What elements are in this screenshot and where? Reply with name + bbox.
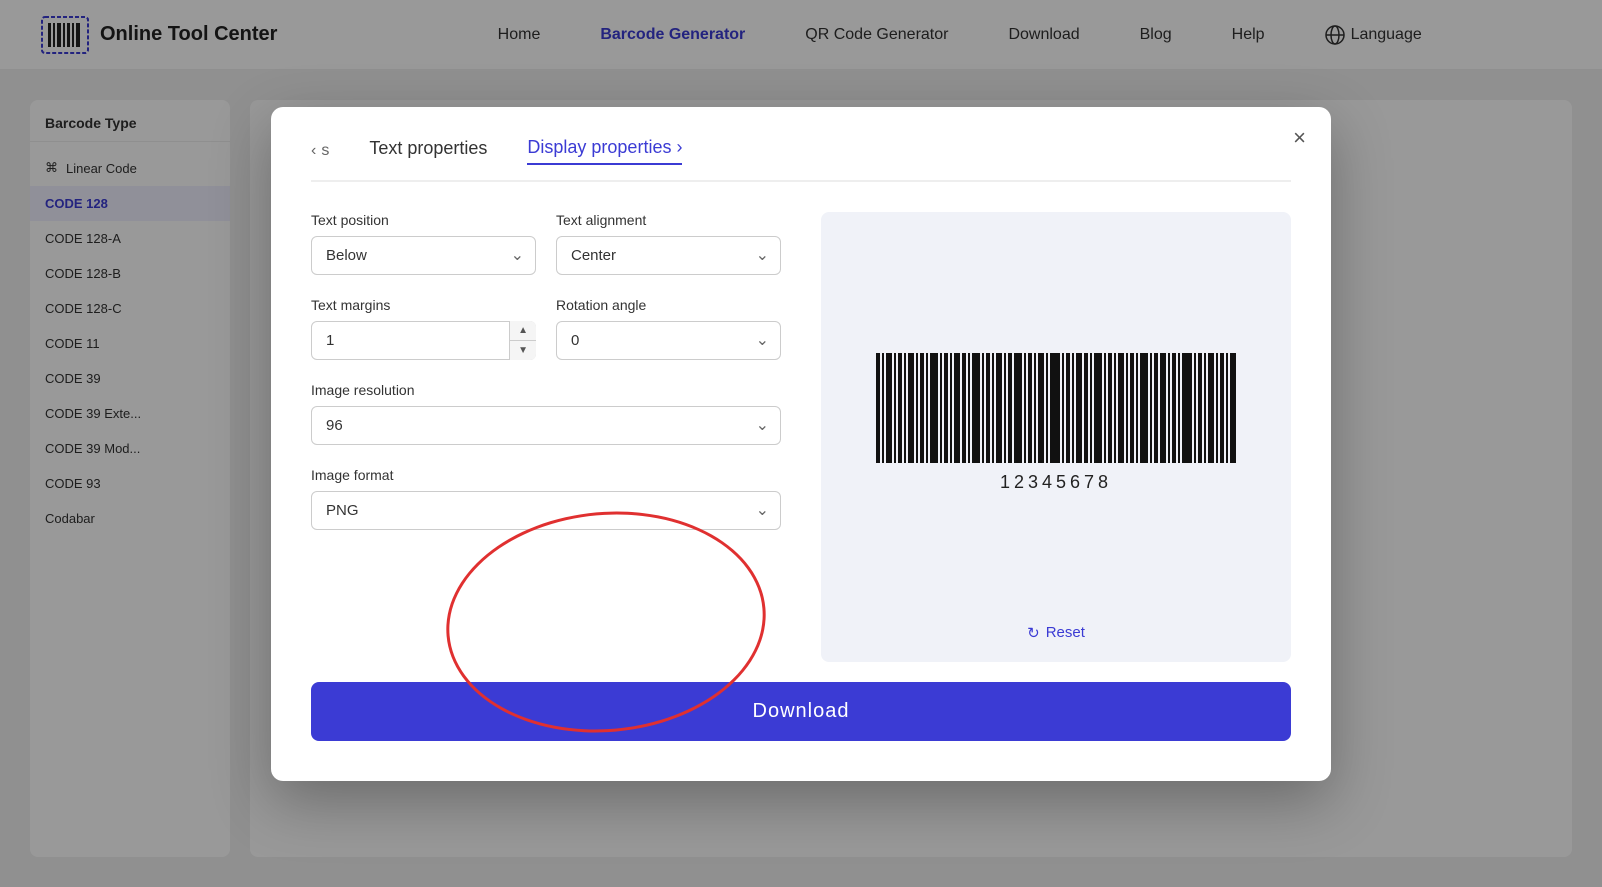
form-row-3: Image resolution 96 150 200 300 ⌄	[311, 382, 781, 445]
form-group-image-resolution: Image resolution 96 150 200 300 ⌄	[311, 382, 781, 445]
text-margins-stepper: ▲ ▼	[311, 321, 536, 360]
text-alignment-select-wrapper: Center Left Right ⌄	[556, 236, 781, 275]
image-resolution-label: Image resolution	[311, 382, 781, 398]
chevron-right-icon: ›	[676, 137, 682, 157]
form-group-image-format: Image format PNG SVG JPEG BMP ⌄	[311, 467, 781, 530]
download-button[interactable]: Download	[311, 682, 1291, 741]
image-resolution-select-wrapper: 96 150 200 300 ⌄	[311, 406, 781, 445]
image-format-label: Image format	[311, 467, 781, 483]
modal-preview: 12345678 ↻ Reset	[821, 212, 1291, 662]
modal-tab-display-properties[interactable]: Display properties ›	[527, 137, 682, 165]
modal-form: Text position Below Above None ⌄ Text al…	[311, 212, 781, 662]
close-button[interactable]: ×	[1293, 127, 1306, 149]
barcode-svg: 12345678	[866, 348, 1246, 498]
form-row-4: Image format PNG SVG JPEG BMP ⌄	[311, 467, 781, 530]
reset-icon: ↻	[1027, 624, 1040, 642]
modal-body: Text position Below Above None ⌄ Text al…	[311, 212, 1291, 662]
text-margins-input[interactable]	[311, 321, 536, 360]
text-alignment-label: Text alignment	[556, 212, 781, 228]
form-row-1: Text position Below Above None ⌄ Text al…	[311, 212, 781, 275]
modal-header: ‹ s Text properties Display properties ›	[311, 137, 1291, 182]
text-margins-label: Text margins	[311, 297, 536, 313]
modal-tab-text-properties[interactable]: Text properties	[369, 138, 487, 164]
modal: ‹ s Text properties Display properties ›…	[271, 107, 1331, 781]
form-group-text-alignment: Text alignment Center Left Right ⌄	[556, 212, 781, 275]
text-position-label: Text position	[311, 212, 536, 228]
image-resolution-select[interactable]: 96 150 200 300	[311, 406, 781, 445]
image-format-select-wrapper: PNG SVG JPEG BMP ⌄	[311, 491, 781, 530]
rotation-angle-select[interactable]: 0 90 180 270	[556, 321, 781, 360]
rotation-angle-label: Rotation angle	[556, 297, 781, 313]
rotation-angle-select-wrapper: 0 90 180 270 ⌄	[556, 321, 781, 360]
text-position-select-wrapper: Below Above None ⌄	[311, 236, 536, 275]
form-row-2: Text margins ▲ ▼ Rotation angle	[311, 297, 781, 360]
reset-button[interactable]: ↻ Reset	[1027, 624, 1085, 642]
barcode-preview-container: 12345678	[866, 242, 1246, 609]
svg-text:12345678: 12345678	[1000, 472, 1112, 492]
barcode-image: 12345678	[866, 348, 1246, 503]
form-group-rotation-angle: Rotation angle 0 90 180 270 ⌄	[556, 297, 781, 360]
overlay: ‹ s Text properties Display properties ›…	[0, 0, 1602, 887]
stepper-up-button[interactable]: ▲	[510, 321, 536, 341]
text-alignment-select[interactable]: Center Left Right	[556, 236, 781, 275]
chevron-left-icon: ‹	[311, 142, 316, 160]
text-position-select[interactable]: Below Above None	[311, 236, 536, 275]
stepper-buttons: ▲ ▼	[509, 321, 536, 360]
form-group-text-margins: Text margins ▲ ▼	[311, 297, 536, 360]
image-format-select[interactable]: PNG SVG JPEG BMP	[311, 491, 781, 530]
form-group-text-position: Text position Below Above None ⌄	[311, 212, 536, 275]
modal-tab-prev[interactable]: ‹ s	[311, 142, 329, 160]
stepper-down-button[interactable]: ▼	[510, 341, 536, 360]
